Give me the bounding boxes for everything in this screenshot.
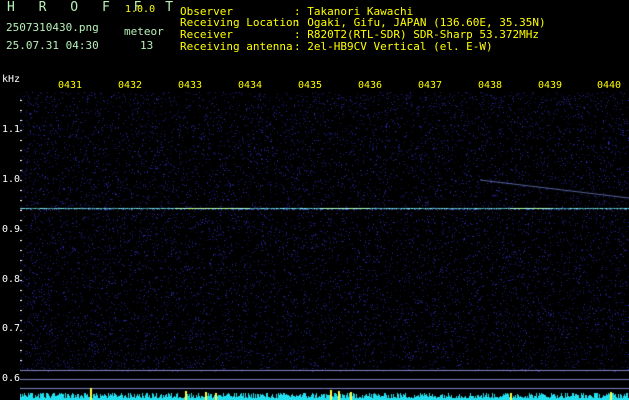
event-type-label: meteor xyxy=(124,25,164,38)
x-tick: 0439 xyxy=(538,80,563,91)
y-tick: 0.6 xyxy=(2,373,21,384)
x-tick: 0433 xyxy=(178,80,203,91)
x-tick: 0434 xyxy=(238,80,263,91)
y-tick: 1.0 xyxy=(2,174,21,185)
x-tick: 0438 xyxy=(478,80,503,91)
x-tick: 0440 xyxy=(597,80,622,91)
x-tick: 0436 xyxy=(358,80,383,91)
x-tick: 0431 xyxy=(58,80,83,91)
x-tick: 0435 xyxy=(298,80,323,91)
y-axis-unit: kHz xyxy=(2,74,21,85)
x-tick: 0437 xyxy=(418,80,443,91)
y-tick: 0.7 xyxy=(2,323,21,334)
filename-label: 2507310430.png xyxy=(6,21,99,34)
x-tick: 0432 xyxy=(118,80,143,91)
y-tick: 0.9 xyxy=(2,224,21,235)
info-antenna-value: : 2el-HB9CV Vertical (el. E-W) xyxy=(294,40,493,53)
event-count-label: 13 xyxy=(140,39,154,52)
app-version: 1.0.0 xyxy=(125,4,156,15)
spectrogram-display xyxy=(20,92,629,400)
datetime-label: 25.07.31 04:30 xyxy=(6,39,99,52)
y-tick: 1.1 xyxy=(2,124,21,135)
info-antenna-label: Receiving antenna xyxy=(180,40,293,53)
y-tick: 0.8 xyxy=(2,274,21,285)
